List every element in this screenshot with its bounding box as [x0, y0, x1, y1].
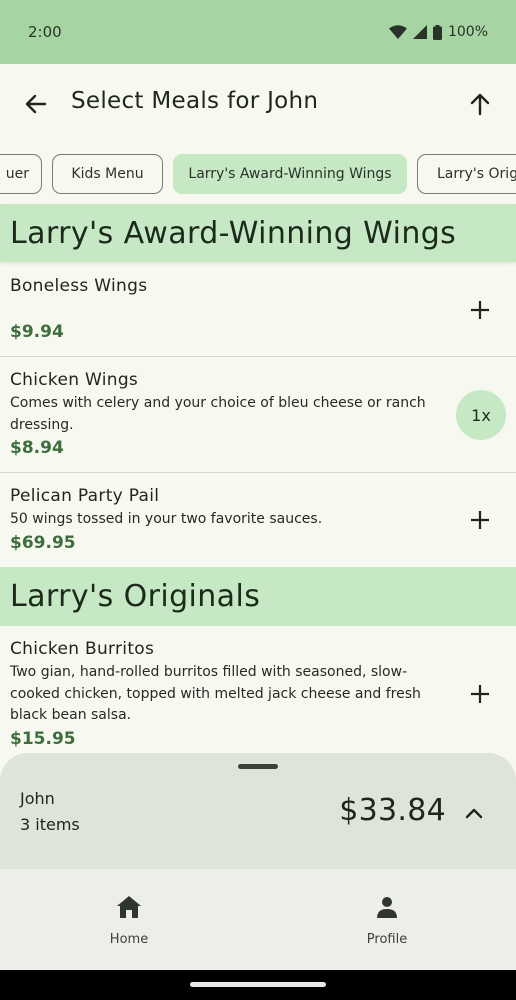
home-icon	[115, 893, 143, 921]
add-icon[interactable]	[462, 502, 498, 538]
scroll-to-top-arrow-icon[interactable]	[462, 86, 498, 122]
cart-item-count: 3 items	[20, 815, 80, 834]
cart-summary-sheet[interactable]: John 3 items $33.84	[0, 753, 516, 869]
cart-total: $33.84	[339, 793, 446, 828]
item-price: $8.94	[10, 438, 64, 458]
item-description: Comes with celery and your choice of ble…	[10, 395, 426, 433]
status-icons: 100%	[388, 24, 488, 40]
nav-label-profile: Profile	[366, 932, 408, 947]
battery-percent: 100%	[447, 24, 488, 40]
item-name: Chicken Burritos	[10, 639, 155, 659]
drag-handle[interactable]	[238, 764, 278, 769]
battery-icon	[432, 24, 442, 40]
quantity-badge[interactable]: 1x	[456, 390, 506, 440]
menu-item[interactable]: Boneless Wings $9.94	[0, 262, 516, 357]
section-header-originals: Larry's Originals	[0, 567, 516, 626]
item-name: Boneless Wings	[10, 276, 148, 296]
item-description: Two gian, hand-rolled burritos filled wi…	[10, 664, 421, 723]
menu-item[interactable]: Chicken Burritos Two gian, hand-rolled b…	[0, 626, 516, 766]
status-bar: 2:00 100%	[0, 0, 516, 64]
cart-guest-name: John	[20, 789, 55, 808]
chip-larrys-originals[interactable]: Larry's Origi	[417, 154, 516, 194]
chip-kids-menu[interactable]: Kids Menu	[52, 154, 163, 194]
menu-item[interactable]: Pelican Party Pail 50 wings tossed in yo…	[0, 473, 516, 567]
item-price: $15.95	[10, 729, 76, 749]
nav-item-profile[interactable]: Profile	[258, 869, 516, 970]
add-icon[interactable]	[462, 676, 498, 712]
page-title: Select Meals for John	[71, 88, 319, 114]
bottom-navigation: Home Profile	[0, 869, 516, 970]
chip-previous-category[interactable]: uer	[0, 154, 42, 194]
category-chips: uer Kids Menu Larry's Award-Winning Wing…	[0, 154, 516, 194]
chevron-up-icon[interactable]	[462, 801, 486, 825]
item-name: Pelican Party Pail	[10, 486, 160, 506]
chip-award-winning-wings[interactable]: Larry's Award-Winning Wings	[173, 154, 407, 194]
person-icon	[373, 893, 401, 921]
top-app-bar: Select Meals for John	[0, 64, 516, 144]
system-gesture-bar	[0, 970, 516, 1000]
back-arrow-icon[interactable]	[18, 86, 54, 122]
item-price: $9.94	[10, 322, 64, 342]
menu-item[interactable]: Chicken Wings Comes with celery and your…	[0, 357, 516, 473]
nav-label-home: Home	[109, 932, 149, 947]
cellular-icon	[412, 25, 427, 39]
home-gesture-handle[interactable]	[190, 982, 326, 987]
wifi-icon	[388, 25, 407, 39]
nav-item-home[interactable]: Home	[0, 869, 258, 970]
section-header-wings: Larry's Award-Winning Wings	[0, 204, 516, 262]
add-icon[interactable]	[462, 292, 498, 328]
item-price: $69.95	[10, 533, 76, 553]
status-time: 2:00	[28, 23, 62, 41]
item-name: Chicken Wings	[10, 370, 139, 390]
item-description: 50 wings tossed in your two favorite sau…	[10, 511, 323, 527]
